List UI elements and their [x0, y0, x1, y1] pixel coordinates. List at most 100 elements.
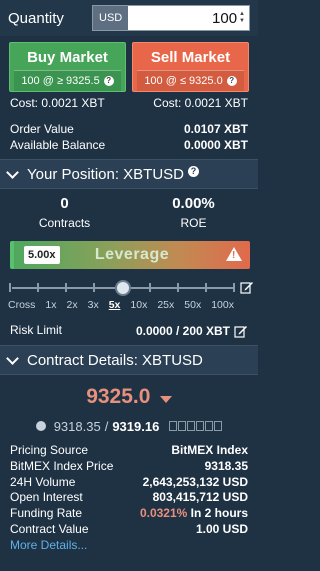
slider-tick: [9, 283, 11, 292]
buy-market-label: Buy Market: [27, 49, 108, 66]
contract-detail-value: BitMEX Index: [171, 443, 248, 457]
leverage-tick-label[interactable]: 3x: [88, 299, 99, 313]
contract-detail-row: Open Interest 803,415,712 USD: [0, 490, 258, 506]
leverage-tick-label[interactable]: 5x: [109, 299, 121, 313]
contract-detail-label: 24H Volume: [10, 474, 76, 489]
order-buttons: Buy Market 100 @ ≥ 9325.5 ? Sell Market …: [0, 36, 258, 92]
contract-detail-label: Open Interest: [10, 490, 83, 505]
sell-market-sub-text: 100 @ ≤ 9325.0: [144, 75, 223, 87]
risk-limit-row: Risk Limit 0.0000 / 200 XBT: [0, 313, 258, 339]
risk-limit-value: 0.0000 / 200 XBT: [135, 324, 230, 338]
slider-handle[interactable]: [115, 280, 131, 296]
roe-value: 0.00%: [172, 195, 215, 212]
index-mark-line: 9318.35 / 9319.16: [0, 415, 258, 437]
position-title: Your Position: XBTUSD: [27, 165, 185, 183]
risk-limit-value-wrap: 0.0000 / 200 XBT: [136, 323, 248, 339]
contracts-label: Contracts: [38, 216, 91, 230]
position-header[interactable]: Your Position: XBTUSD ?: [0, 159, 258, 189]
leverage-tick-labels: Cross 1x 2x 3x 5x 10x 25x 50x 100x: [8, 299, 234, 313]
slider-tick: [65, 283, 67, 292]
contract-value-label: Contract Value: [10, 522, 89, 537]
warning-icon: !: [226, 247, 242, 261]
available-balance: 0.0000 XBT: [183, 138, 248, 152]
contract-detail-value: 803,415,712 USD: [152, 490, 248, 505]
slider-tick: [93, 283, 95, 292]
quantity-stepper[interactable]: ▲ ▼: [239, 11, 245, 25]
order-panel: Quantity USD 100 ▲ ▼ Buy Market 100 @ ≥ 9…: [0, 0, 258, 571]
chevron-down-icon: [6, 165, 19, 179]
funding-rate: 0.0321%: [139, 506, 188, 521]
quantity-currency: USD: [92, 5, 129, 31]
more-details-link[interactable]: More Details...: [0, 538, 258, 554]
contract-detail-label: Pricing Source: [10, 443, 89, 457]
funding-rate-value-wrap: 0.0321% In 2 hours: [140, 506, 248, 522]
funding-time: In 2 hours: [190, 506, 248, 521]
funding-rate-row: Funding Rate 0.0321% In 2 hours: [0, 506, 258, 522]
contract-details-header[interactable]: Contract Details: XBTUSD: [0, 345, 258, 375]
slider-tick: [233, 283, 235, 292]
leverage-tick-label[interactable]: 10x: [130, 299, 147, 313]
available-balance-row: Available Balance 0.0000 XBT: [0, 138, 258, 154]
order-value-label: Order Value: [10, 122, 74, 136]
funding-rate-label: Funding Rate: [10, 506, 83, 521]
leverage-tick-label[interactable]: 1x: [45, 299, 56, 313]
contract-details-title: Contract Details: XBTUSD: [27, 351, 203, 369]
contract-value: 1.00 USD: [195, 522, 248, 537]
last-price: 9325.0: [86, 385, 151, 408]
mark-price: 9319.16: [112, 418, 160, 434]
contracts-stat: 0 Contracts: [0, 195, 129, 233]
sell-cost: Cost: 0.0021 XBT: [153, 96, 248, 110]
risk-limit-label: Risk Limit: [10, 323, 63, 337]
cost-row: Cost: 0.0021 XBT Cost: 0.0021 XBT: [0, 92, 258, 112]
contract-detail-label: BitMEX Index Price: [10, 458, 114, 473]
buy-market-sub: 100 @ ≥ 9325.5 ?: [14, 70, 121, 91]
sell-market-sub: 100 @ ≤ 9325.0 ?: [137, 70, 244, 91]
slider-tick: [149, 283, 151, 292]
buy-market-sub-text: 100 @ ≥ 9325.5: [21, 75, 100, 87]
leverage-tick-label[interactable]: 2x: [67, 299, 78, 313]
contract-detail-value: 9318.35: [204, 458, 248, 473]
position-stats: 0 Contracts 0.00% ROE: [0, 189, 258, 233]
chevron-down-icon: [6, 351, 19, 365]
leverage-tick-label[interactable]: Cross: [8, 299, 35, 313]
quantity-input[interactable]: 100 ▲ ▼: [128, 5, 250, 31]
index-price: 9318.35: [53, 418, 101, 434]
roe-label: ROE: [180, 216, 207, 230]
sell-market-label: Sell Market: [150, 49, 231, 66]
buy-cost: Cost: 0.0021 XBT: [10, 96, 105, 110]
sell-market-button[interactable]: Sell Market 100 @ ≤ 9325.0 ?: [132, 42, 249, 92]
contract-detail-row: BitMEX Index Price 9318.35: [0, 459, 258, 475]
contracts-value: 0: [60, 195, 69, 212]
slider-tick: [205, 283, 207, 292]
last-price-line: 9325.0: [0, 375, 258, 415]
help-icon[interactable]: ?: [226, 76, 237, 86]
leverage-label: Leverage: [94, 246, 170, 263]
contract-details-list: Pricing Source BitMEX Index BitMEX Index P…: [0, 437, 258, 506]
slider-tick: [37, 283, 39, 292]
order-value-row: Order Value 0.0107 XBT: [0, 122, 258, 138]
edit-icon[interactable]: [240, 280, 254, 294]
edit-icon[interactable]: [234, 324, 248, 338]
leverage-bar[interactable]: 5.00x Leverage !: [10, 241, 250, 269]
order-value: 0.0107 XBT: [183, 122, 248, 136]
quantity-value: 100: [212, 9, 238, 27]
buy-market-button[interactable]: Buy Market 100 @ ≥ 9325.5 ?: [9, 42, 126, 92]
down-arrow-icon: [159, 396, 172, 404]
help-icon[interactable]: ?: [103, 76, 114, 86]
contract-detail-row: 24H Volume 2,643,253,132 USD: [0, 475, 258, 491]
leverage-slider[interactable]: [9, 280, 253, 296]
available-balance-label: Available Balance: [10, 138, 106, 152]
leverage-tick-label[interactable]: 50x: [184, 299, 201, 313]
quantity-label: Quantity: [8, 9, 64, 27]
funding-indicator-icon: [169, 421, 223, 431]
help-icon[interactable]: ?: [188, 165, 200, 177]
globe-icon: [35, 421, 46, 431]
contract-value-row: Contract Value 1.00 USD: [0, 522, 258, 538]
leverage-tick-label[interactable]: 25x: [157, 299, 174, 313]
contract-detail-value: 2,643,253,132 USD: [142, 474, 248, 489]
slider-tick: [177, 283, 179, 292]
leverage-tick-label[interactable]: 100x: [211, 299, 234, 313]
contract-detail-row: Pricing Source BitMEX Index: [0, 443, 258, 459]
quantity-row: Quantity USD 100 ▲ ▼: [0, 0, 258, 36]
roe-stat: 0.00% ROE: [129, 195, 258, 233]
